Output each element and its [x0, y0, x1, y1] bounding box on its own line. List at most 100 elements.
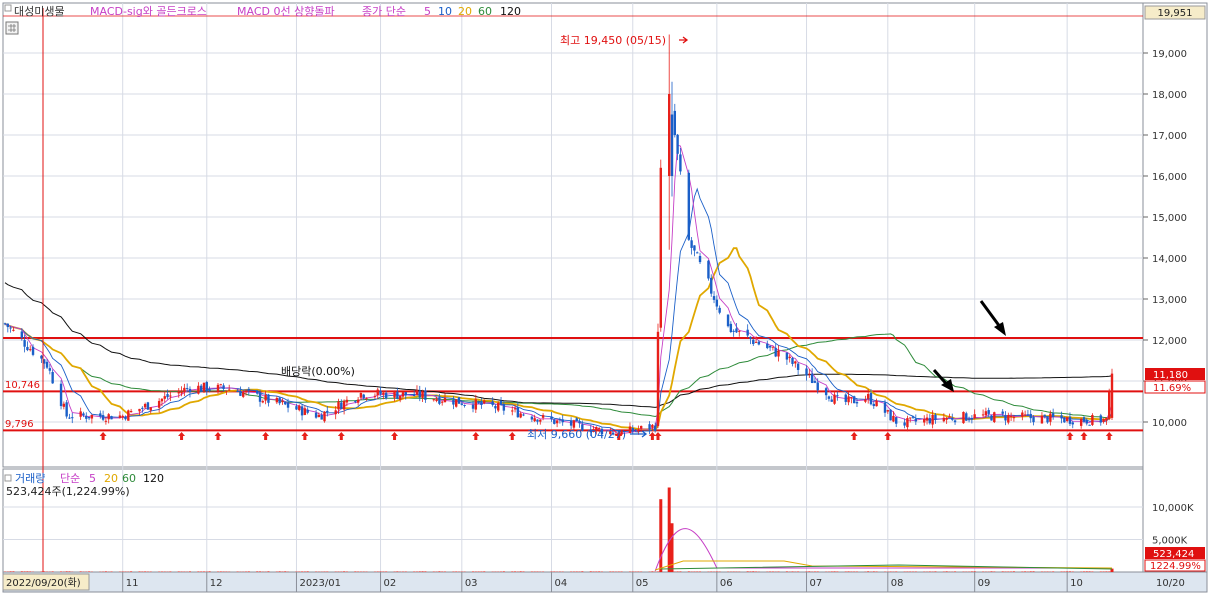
candle-body: [628, 426, 632, 434]
legend-ma10: 10: [438, 5, 452, 18]
candle-body: [634, 429, 637, 431]
volume-bar: [1068, 571, 1071, 572]
x-tick-label: 10/20: [1156, 578, 1185, 589]
level-label-lower: 9,796: [5, 419, 34, 430]
volume-bar: [945, 571, 948, 572]
legend-ma120: 120: [500, 5, 521, 18]
candle-body: [670, 114, 674, 176]
candle-body: [438, 397, 441, 404]
candle-body: [934, 414, 937, 420]
candle-body: [1021, 412, 1024, 417]
candle-body: [29, 349, 32, 351]
volume-bar: [343, 571, 346, 572]
candle-body: [396, 391, 399, 399]
candle-body: [1040, 415, 1044, 424]
candle-body: [337, 401, 340, 410]
volume-bar: [51, 571, 54, 572]
volume-bar: [424, 571, 427, 572]
candle-body: [698, 255, 702, 263]
volume-bar: [1001, 571, 1004, 572]
candle-body: [79, 411, 82, 417]
candle-body: [474, 399, 478, 410]
volume-bar: [511, 571, 514, 572]
volume-bar: [1024, 571, 1027, 572]
candle-body: [460, 403, 464, 405]
volume-bar: [1082, 571, 1085, 572]
candle-body: [124, 416, 127, 420]
candle-body: [796, 363, 800, 370]
candle-body: [320, 415, 323, 420]
volume-tick-label: 10,000K: [1152, 503, 1194, 514]
candle-body: [199, 385, 203, 392]
candle-body: [886, 410, 889, 412]
volume-bar: [895, 571, 898, 572]
volume-bar: [1012, 571, 1015, 572]
candle-body: [925, 417, 929, 421]
candle-body: [261, 401, 265, 403]
candle-body: [1009, 416, 1013, 418]
candle-body: [892, 415, 895, 422]
candle-body: [157, 400, 161, 408]
candle-body: [785, 352, 789, 360]
svg-text:11.69%: 11.69%: [1153, 383, 1191, 394]
volume-bar: [9, 571, 12, 572]
candle-body: [827, 396, 831, 399]
candlestick-chart[interactable]: 대성미생물 MACD-sig와 골든크로스 MACD 0선 상향돌파 종가 단순…: [0, 0, 1210, 595]
candle-body: [639, 425, 643, 429]
candle-body: [788, 356, 791, 359]
x-tick-label: 12: [210, 578, 223, 589]
grid-toggle-icon[interactable]: [5, 21, 19, 35]
candle-body: [415, 390, 419, 395]
volume-bar: [354, 571, 357, 572]
candle-body: [183, 387, 186, 392]
candle-body: [1029, 413, 1032, 419]
volume-legend-ma-title: 단순: [60, 472, 80, 485]
volume-bar: [746, 571, 749, 572]
legend-indicator1: MACD-sig와 골든크로스: [90, 5, 207, 18]
volume-bar: [1066, 571, 1069, 572]
candle-body: [550, 416, 553, 420]
candle-body: [987, 410, 990, 414]
candle-body: [1007, 415, 1010, 423]
volume-bar: [88, 571, 91, 572]
candle-body: [138, 408, 141, 412]
candle-body: [735, 328, 738, 333]
candle-body: [393, 391, 396, 398]
candle-body: [530, 416, 534, 420]
volume-info: 523,424주(1,224.99%): [6, 485, 130, 498]
candle-body: [631, 428, 634, 432]
candle-body: [26, 346, 29, 351]
candle-body: [242, 392, 245, 397]
volume-bar: [104, 571, 107, 572]
volume-bar: [202, 571, 205, 572]
candle-body: [1032, 416, 1035, 423]
candle-body: [1023, 414, 1027, 416]
y-tick-label: 12,000: [1152, 336, 1187, 347]
candle-body: [275, 398, 279, 403]
candle-body: [555, 420, 559, 424]
candle-body: [673, 110, 677, 136]
candle-body: [659, 167, 662, 328]
candle-body: [457, 397, 461, 404]
candle-body: [384, 392, 388, 399]
volume-bar: [259, 571, 262, 572]
volume-bar: [256, 571, 259, 572]
y-tick-label: 15,000: [1152, 213, 1187, 224]
candle-body: [342, 400, 346, 410]
candle-body: [404, 392, 407, 396]
candle-body: [303, 408, 307, 415]
candle-body: [48, 368, 52, 371]
volume-bar: [598, 571, 601, 572]
candle-body: [497, 402, 500, 411]
candle-body: [1088, 424, 1091, 426]
candle-body: [334, 410, 337, 415]
candle-body: [1012, 417, 1016, 419]
volume-bar: [785, 571, 788, 572]
candle-body: [746, 329, 749, 336]
candle-body: [1065, 417, 1069, 422]
candle-body: [59, 383, 63, 407]
volume-bar: [715, 571, 718, 572]
candle-body: [679, 154, 682, 172]
candle-body: [558, 419, 562, 421]
candle-body: [869, 392, 873, 405]
